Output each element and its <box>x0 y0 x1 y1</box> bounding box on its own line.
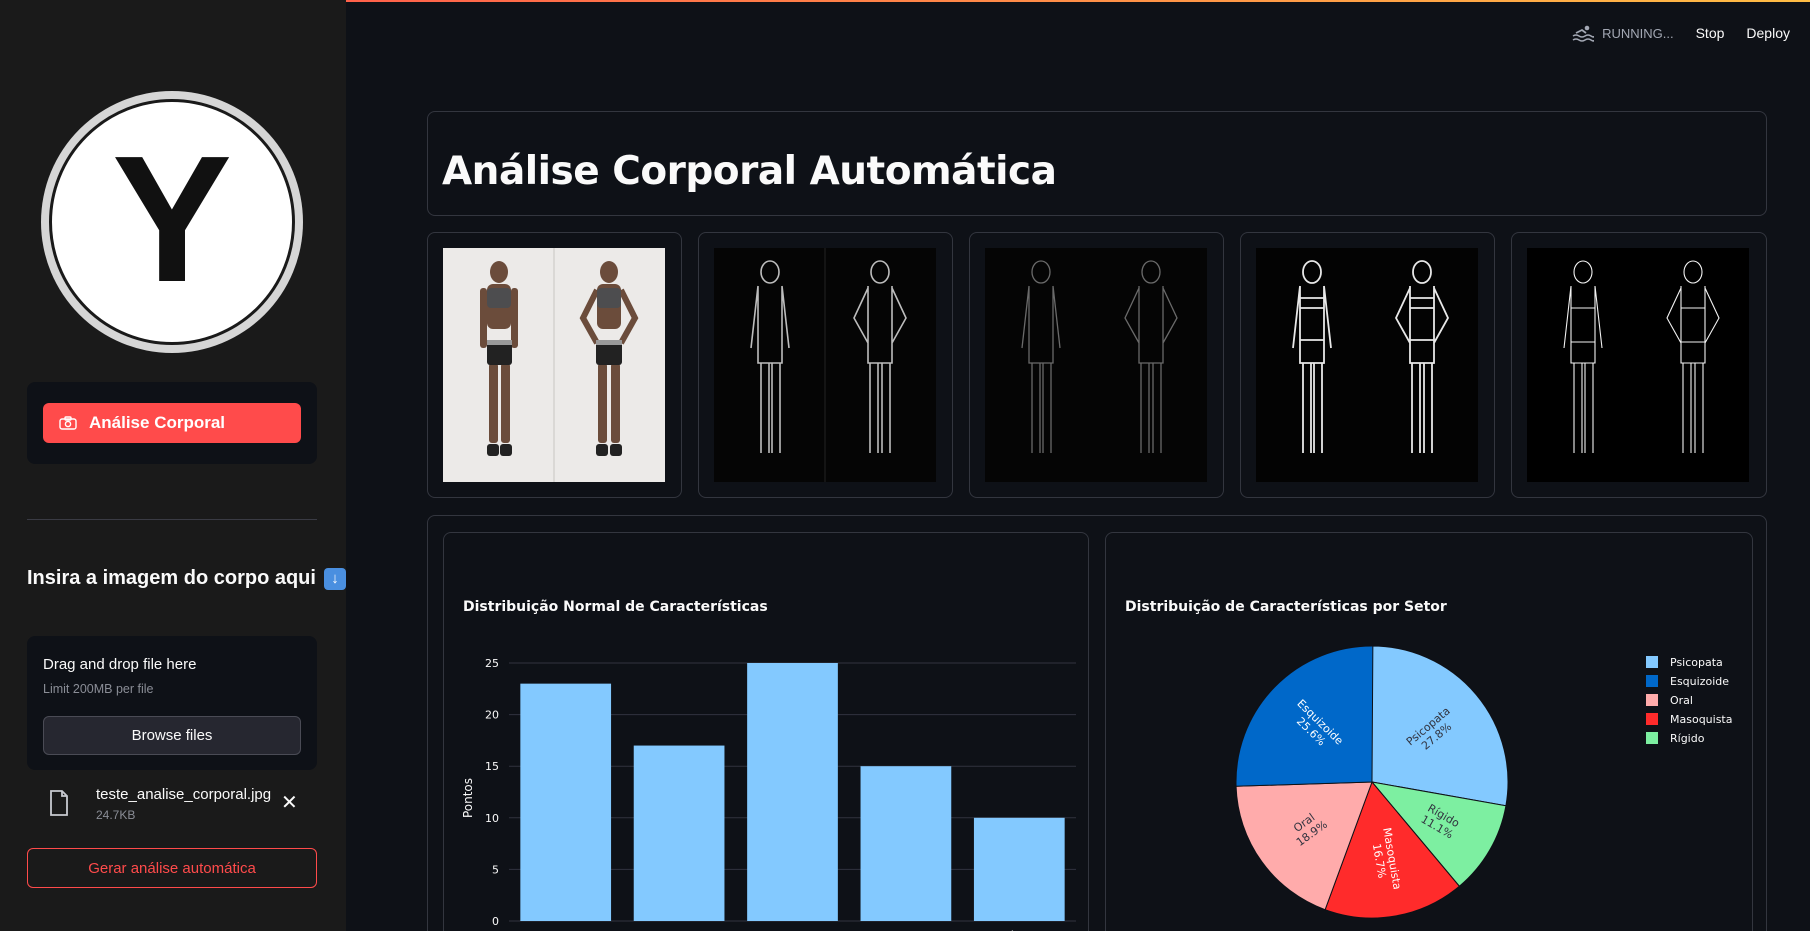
bar-ytick-label: 10 <box>485 812 499 825</box>
bar-psicopata[interactable] <box>520 683 612 921</box>
legend-label[interactable]: Rígido <box>1670 732 1705 745</box>
bar-chart-card: Distribuição Normal de Características P… <box>443 532 1089 931</box>
app-header-toolbar: RUNNING... Stop Deploy <box>1572 24 1790 42</box>
upload-section-title: Insira a imagem do corpo aqui ↓ <box>27 567 346 590</box>
edge-filter-image-1 <box>714 248 936 482</box>
nav-button-label: Análise Corporal <box>89 413 226 432</box>
bar-rígido[interactable] <box>973 817 1065 921</box>
dropzone-limit: Limit 200MB per file <box>43 682 154 696</box>
generate-analysis-button[interactable]: Gerar análise automática <box>27 848 317 888</box>
down-arrow-icon: ↓ <box>323 567 346 590</box>
legend-swatch <box>1646 675 1658 687</box>
page-title: Análise Corporal Automática <box>442 149 1057 194</box>
bar-ytick-label: 5 <box>492 863 499 876</box>
legend-label[interactable]: Psicopata <box>1670 656 1723 669</box>
file-icon <box>50 790 68 816</box>
camera-icon <box>59 416 77 430</box>
sidebar-divider <box>27 519 317 520</box>
swimmer-icon <box>1572 25 1595 42</box>
file-dropzone[interactable]: Drag and drop file here Limit 200MB per … <box>27 636 317 770</box>
bar-ytick-label: 0 <box>492 915 499 928</box>
app-logo: Y <box>41 91 303 353</box>
bar-chart-ylabel: Pontos <box>461 778 475 818</box>
image-card-edge-4 <box>1511 232 1767 498</box>
browse-files-button[interactable]: Browse files <box>43 716 301 755</box>
original-photo-image <box>443 248 665 482</box>
legend-label[interactable]: Esquizoide <box>1670 675 1729 688</box>
stop-button[interactable]: Stop <box>1696 25 1725 41</box>
image-card-edge-3 <box>1240 232 1495 498</box>
legend-swatch <box>1646 694 1658 706</box>
sidebar: Y Análise Corporal Insira a imagem do co… <box>0 0 346 931</box>
bar-chart: Pontos 0510152025PsicopataOralEsquizoide… <box>461 657 1076 931</box>
legend-label[interactable]: Masoquista <box>1670 713 1733 726</box>
bar-ytick-label: 20 <box>485 709 499 722</box>
edge-filter-image-4 <box>1527 248 1749 482</box>
legend-swatch <box>1646 732 1658 744</box>
deploy-button[interactable]: Deploy <box>1746 25 1790 41</box>
logo-letter: Y <box>111 119 233 320</box>
bar-ytick-label: 15 <box>485 760 499 773</box>
image-card-edge-1 <box>698 232 953 498</box>
charts-container: Distribuição Normal de Características P… <box>427 515 1767 931</box>
pie-chart: Psicopata27.8%Rígido11.1%Masoquista16.7%… <box>1235 645 1733 919</box>
dropzone-title: Drag and drop file here <box>43 656 197 673</box>
legend-swatch <box>1646 656 1658 668</box>
file-name: teste_analise_corporal.jpg <box>96 786 272 803</box>
bar-masoquista[interactable] <box>860 766 952 921</box>
bar-ytick-label: 25 <box>485 657 499 670</box>
image-card-original <box>427 232 682 498</box>
remove-file-icon[interactable]: ✕ <box>281 790 298 814</box>
running-status: RUNNING... <box>1572 24 1674 42</box>
edge-filter-image-2 <box>985 248 1207 482</box>
pie-chart-card: Distribuição de Características por Seto… <box>1105 532 1753 931</box>
uploaded-file-item: teste_analise_corporal.jpg 24.7KB ✕ <box>27 780 317 828</box>
legend-label[interactable]: Oral <box>1670 694 1693 707</box>
image-card-edge-2 <box>969 232 1224 498</box>
analise-corporal-nav-button[interactable]: Análise Corporal <box>43 403 301 443</box>
file-size: 24.7KB <box>96 808 136 822</box>
title-container: Análise Corporal Automática <box>427 111 1767 216</box>
bar-esquizoide[interactable] <box>747 663 838 921</box>
nav-container: Análise Corporal <box>27 382 317 464</box>
bar-oral[interactable] <box>633 745 725 921</box>
legend-swatch <box>1646 713 1658 725</box>
edge-filter-image-3 <box>1256 248 1478 482</box>
